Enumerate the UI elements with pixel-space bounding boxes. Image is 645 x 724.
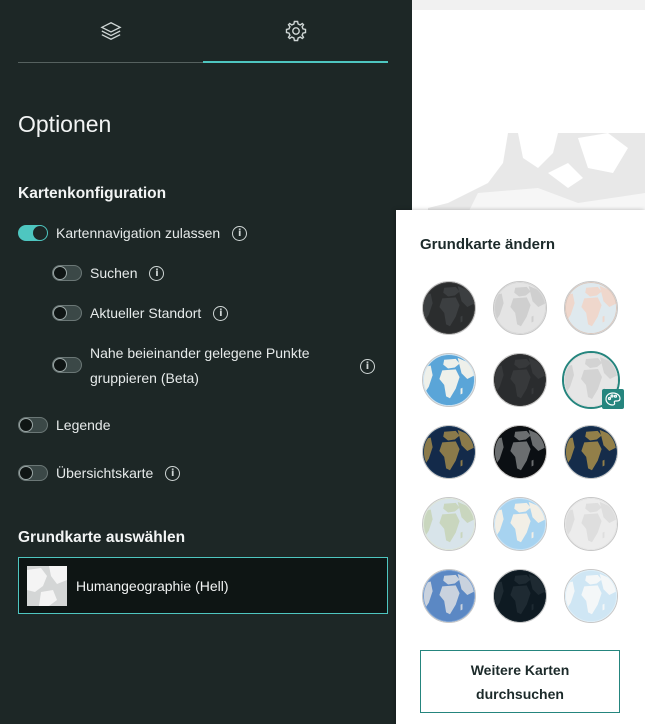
legend-toggle[interactable] — [18, 417, 48, 433]
imagery-globe[interactable] — [422, 425, 476, 479]
basemap-gallery: Grundkarte ändern Weitere Karten durchsu… — [396, 210, 645, 724]
search-label: Suchen — [90, 265, 138, 281]
light-blue-globe[interactable] — [493, 497, 547, 551]
gallery-title: Grundkarte ändern — [420, 236, 556, 253]
map-navigation-toggle[interactable] — [18, 225, 48, 241]
map-preview[interactable] — [428, 133, 645, 213]
toggle-knob — [53, 266, 67, 280]
search-toggle[interactable] — [52, 265, 82, 281]
option-map-navigation: Kartennavigation zulassen i — [18, 225, 248, 241]
page-title: Optionen — [18, 111, 112, 137]
info-icon[interactable]: i — [213, 305, 229, 321]
gear-icon — [285, 20, 306, 41]
topographic-globe[interactable] — [564, 281, 618, 335]
cluster-points-label-line1: Nahe beieinander gelegene Punkte — [90, 345, 310, 361]
info-icon[interactable]: i — [360, 359, 375, 374]
toggle-knob — [33, 226, 47, 240]
basemap-heading: Grundkarte auswählen — [18, 529, 186, 546]
pale-blue-globe[interactable] — [564, 569, 618, 623]
map-navigation-label: Kartennavigation zulassen — [56, 225, 221, 241]
night-globe[interactable] — [493, 569, 547, 623]
light-canvas-globe[interactable] — [564, 497, 618, 551]
browse-more-maps-line1: Weitere Karten — [470, 661, 570, 678]
overview-map-label: Übersichtskarte — [56, 465, 154, 481]
layers-icon — [99, 21, 122, 40]
cluster-points-label: Nahe beieinander gelegene Punkte gruppie… — [90, 341, 310, 391]
imagery-dark-globe[interactable] — [493, 425, 547, 479]
overview-map-toggle[interactable] — [18, 465, 48, 481]
current-location-label: Aktueller Standort — [90, 305, 202, 321]
dark-gray-globe[interactable] — [422, 281, 476, 335]
option-search: Suchen i — [52, 265, 165, 281]
info-icon[interactable]: i — [165, 465, 181, 481]
option-legend: Legende — [18, 417, 111, 433]
palette-icon — [602, 389, 624, 409]
cluster-points-label-line2: gruppieren (Beta) — [90, 370, 199, 386]
options-panel: Optionen Kartenkonfiguration Kartennavig… — [0, 0, 412, 724]
toggle-knob — [19, 418, 33, 432]
toggle-knob — [53, 358, 67, 372]
basemap-selected-label: Humangeographie (Hell) — [76, 577, 229, 594]
option-current-location: Aktueller Standort i — [52, 305, 229, 321]
terrain-globe[interactable] — [422, 497, 476, 551]
tab-layers[interactable] — [18, 0, 203, 61]
cluster-points-toggle[interactable] — [52, 357, 82, 373]
tab-settings[interactable] — [203, 0, 388, 63]
oceans-globe[interactable] — [422, 353, 476, 407]
panel-tabs — [18, 0, 388, 63]
dark-navigation-globe[interactable] — [493, 353, 547, 407]
toggle-knob — [53, 306, 67, 320]
blue-imagery-globe[interactable] — [422, 569, 476, 623]
toggle-knob — [19, 466, 33, 480]
browse-more-maps-button[interactable]: Weitere Karten durchsuchen — [420, 650, 620, 713]
map-config-heading: Kartenkonfiguration — [18, 185, 167, 202]
imagery-hybrid-globe[interactable] — [564, 425, 618, 479]
info-icon[interactable]: i — [149, 265, 165, 281]
light-gray-globe[interactable] — [493, 281, 547, 335]
info-icon[interactable]: i — [232, 225, 248, 241]
legend-label: Legende — [56, 417, 111, 433]
map-top-strip — [412, 0, 645, 10]
current-location-toggle[interactable] — [52, 305, 82, 321]
browse-more-maps-line2: durchsuchen — [476, 685, 564, 702]
option-overview-map: Übersichtskarte i — [18, 465, 181, 481]
basemap-selector[interactable]: Humangeographie (Hell) — [18, 557, 388, 614]
basemap-thumbnail — [27, 565, 67, 606]
